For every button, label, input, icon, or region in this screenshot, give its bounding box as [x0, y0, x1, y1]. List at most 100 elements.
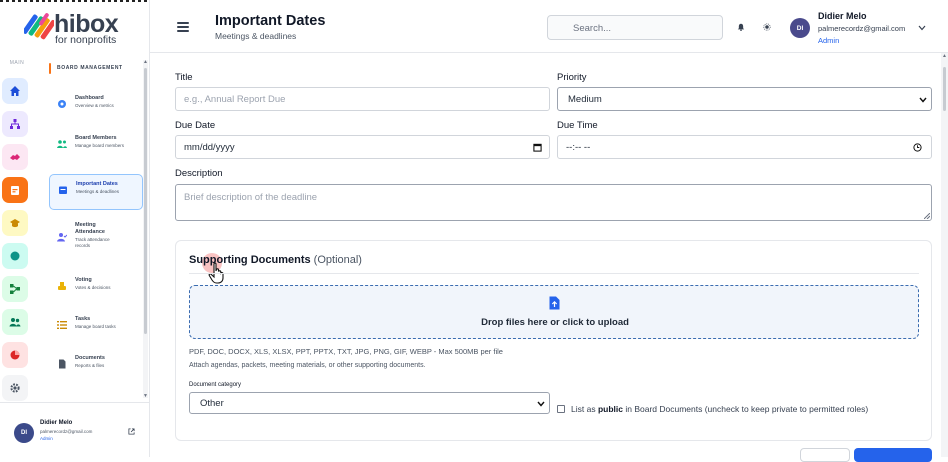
scroll-up-icon[interactable]: ▲: [942, 53, 947, 59]
sidebar-user-card[interactable]: DI Didier Melo palmerecordz@gmail.com Ad…: [14, 420, 138, 446]
due-time-value: --:-- --: [566, 141, 591, 153]
priority-value: Medium: [568, 93, 602, 105]
resize-handle-icon[interactable]: [924, 213, 930, 219]
search-input[interactable]: Search...: [547, 15, 723, 40]
sidebar-item-title: Board Members: [75, 135, 117, 141]
sidebar-item-subtitle: Meetings & deadlines: [76, 189, 120, 194]
sidebar-item-dashboard[interactable]: Dashboard Overview & metrics: [49, 89, 143, 115]
sidebar-item-board-members[interactable]: Board Members Manage board members: [49, 129, 143, 155]
due-date-input[interactable]: mm/dd/yyyy: [175, 135, 550, 159]
handshake-icon: [10, 154, 20, 160]
bell-icon[interactable]: [737, 23, 745, 31]
sidebar-item-voting[interactable]: Voting Votes & decisions: [49, 271, 143, 297]
rail-settings-button[interactable]: [2, 375, 28, 401]
calendar-icon: [11, 186, 19, 195]
icon-rail: MAIN: [0, 52, 34, 457]
rail-calendar-button[interactable]: [2, 177, 28, 203]
sidebar-item-meeting-attendance[interactable]: Meeting Attendance Track attendance reco…: [49, 216, 143, 255]
sidebar-item-subtitle: Reports & files: [75, 363, 105, 368]
rail-circle-button[interactable]: [2, 243, 28, 269]
title-placeholder: e.g., Annual Report Due: [184, 93, 286, 105]
sidebar-scroll-thumb[interactable]: [144, 68, 147, 334]
calendar-icon[interactable]: [533, 143, 542, 152]
rail-home-button[interactable]: [2, 78, 28, 104]
sidebar-item-tasks[interactable]: Tasks Manage board tasks: [49, 310, 143, 336]
chevron-down-icon[interactable]: [918, 25, 926, 31]
gear-icon: [10, 383, 20, 393]
upload-hint: Attach agendas, packets, meeting materia…: [189, 362, 426, 369]
vote-icon: [58, 282, 66, 290]
users-icon: [9, 318, 21, 327]
top-header: Important Dates Meetings & deadlines Sea…: [150, 0, 948, 53]
sidebar-item-documents[interactable]: Documents Reports & files: [49, 349, 143, 375]
document-category-select[interactable]: Other: [189, 392, 550, 414]
main-scrollbar[interactable]: ▲: [941, 53, 948, 457]
clock-icon[interactable]: [913, 143, 922, 152]
public-checkbox[interactable]: [557, 405, 565, 413]
priority-select[interactable]: Medium: [557, 87, 932, 111]
dropzone-text: Drop files here or click to upload: [481, 317, 629, 328]
due-time-label: Due Time: [557, 120, 598, 131]
file-dropzone[interactable]: Drop files here or click to upload: [189, 285, 919, 339]
save-button[interactable]: [854, 448, 932, 462]
priority-label: Priority: [557, 72, 587, 83]
supporting-documents-card: Supporting Documents (Optional) Drop fil…: [175, 240, 932, 441]
avatar: DI: [14, 423, 34, 443]
scroll-up-icon[interactable]: ▲: [143, 59, 148, 65]
sidebar-item-title: Documents: [75, 355, 105, 361]
logo: hibox for nonprofits: [24, 10, 144, 46]
page-title: Important Dates: [215, 13, 326, 29]
main-scroll-thumb[interactable]: [943, 67, 946, 111]
theme-toggle-icon[interactable]: [763, 23, 771, 31]
external-link-icon[interactable]: [128, 428, 135, 435]
due-time-input[interactable]: --:-- --: [557, 135, 932, 159]
cancel-button[interactable]: [800, 448, 850, 462]
rail-users-button[interactable]: [2, 309, 28, 335]
title-label: Title: [175, 72, 193, 83]
rail-reports-button[interactable]: [2, 342, 28, 368]
home-icon: [10, 86, 20, 96]
users-icon: [57, 140, 67, 148]
sidebar-item-title: Meeting Attendance: [75, 222, 105, 235]
header-avatar[interactable]: DI: [790, 18, 810, 38]
header-user-email: palmerecordz@gmail.com: [818, 24, 906, 33]
rail-graduation-button[interactable]: [2, 210, 28, 236]
allowed-formats: PDF, DOC, DOCX, XLS, XLSX, PPT, PPTX, TX…: [189, 347, 503, 356]
sidebar-item-subtitle: Track attendance records: [75, 237, 110, 248]
title-input[interactable]: e.g., Annual Report Due: [175, 87, 550, 111]
rail-section-label: MAIN: [9, 60, 25, 66]
sidebar-item-title: Important Dates: [76, 181, 118, 187]
sidebar: BOARD MANAGEMENT Dashboard Overview & me…: [38, 52, 150, 402]
document-category-value: Other: [200, 397, 224, 409]
main-content: Title e.g., Annual Report Due Priority M…: [150, 53, 948, 462]
rail-workflow-button[interactable]: [2, 276, 28, 302]
rail-handshake-button[interactable]: [2, 144, 28, 170]
sidebar-item-subtitle: Overview & metrics: [75, 103, 114, 108]
file-upload-icon: [549, 296, 560, 310]
logo-mark-icon: [24, 13, 54, 40]
scroll-down-icon[interactable]: ▼: [143, 393, 148, 399]
header-user-role: Admin: [818, 36, 840, 45]
dashboard-icon: [58, 100, 66, 108]
due-date-label: Due Date: [175, 120, 216, 131]
documents-heading-note: (Optional): [313, 254, 362, 266]
list-icon: [57, 321, 67, 329]
graduation-cap-icon: [10, 219, 20, 228]
file-icon: [59, 359, 66, 369]
document-category-label: Document category: [189, 382, 242, 388]
rail-org-chart-button[interactable]: [2, 111, 28, 137]
sidebar-user-email: palmerecordz@gmail.com: [40, 429, 93, 434]
due-date-value: mm/dd/yyyy: [184, 141, 235, 153]
sidebar-item-important-dates[interactable]: Important Dates Meetings & deadlines: [49, 174, 143, 210]
sidebar-item-subtitle: Manage board members: [75, 143, 125, 148]
sidebar-scrollbar[interactable]: ▲ ▼: [143, 59, 148, 399]
description-textarea[interactable]: Brief description of the deadline: [175, 184, 932, 221]
header-user-name: Didier Melo: [818, 11, 867, 21]
workflow-icon: [10, 284, 20, 294]
menu-toggle-icon[interactable]: [177, 22, 189, 32]
calendar-icon: [59, 186, 67, 194]
public-checkbox-label[interactable]: List as public in Board Documents (unche…: [571, 404, 868, 414]
page-subtitle: Meetings & deadlines: [215, 31, 297, 41]
chevron-down-icon: [919, 97, 927, 103]
description-label: Description: [175, 168, 223, 179]
